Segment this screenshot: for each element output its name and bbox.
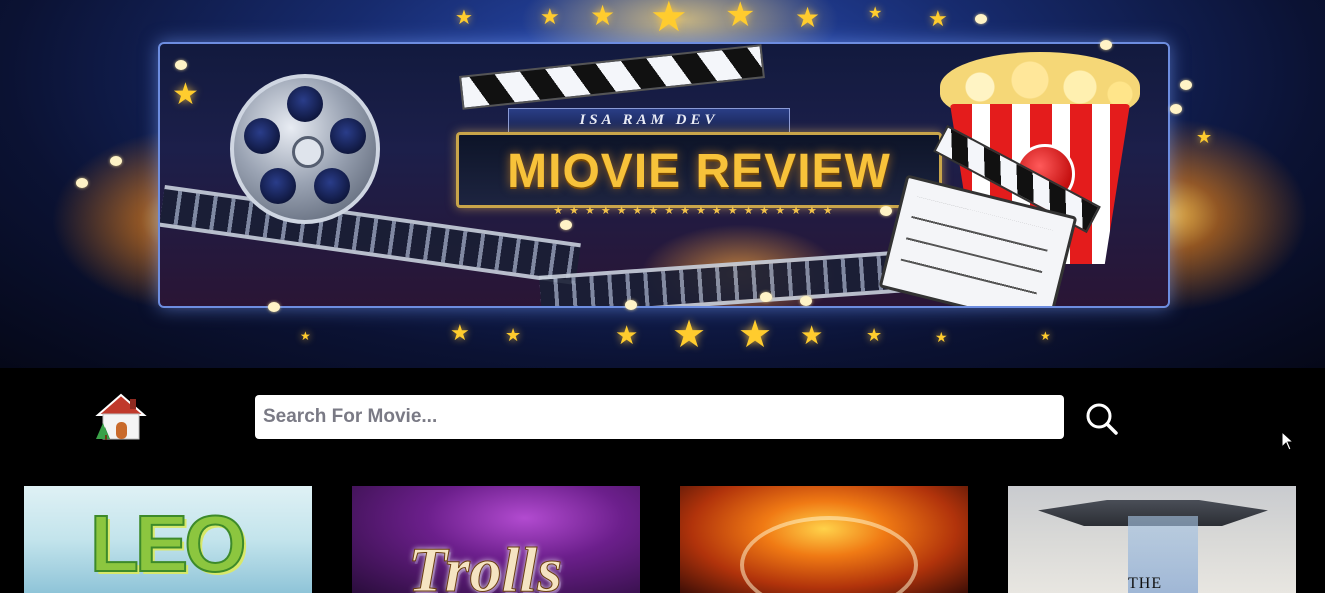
movie-card-the[interactable]: THE [1008,486,1296,593]
star-icon: ★ [868,5,883,22]
poster-title: THE [1128,575,1163,592]
star-icon: ★ [450,320,470,345]
poster-artwork [740,516,918,593]
movie-card-fire[interactable] [680,486,968,593]
star-icon: ★ [615,320,639,350]
search-input[interactable] [255,395,1064,439]
reel-hole [260,168,296,204]
reel-hub [292,136,324,168]
poster-title: LEO [89,499,247,588]
star-icon: ★ [928,6,948,31]
star-icon: ★ [505,325,522,345]
banner-panel: ISA RAM DEV MIOVIE REVIEW ★★★★★★★★★★★★★★… [158,42,1170,308]
slate-lines [899,196,1053,299]
magnifier-icon[interactable] [1084,401,1120,437]
star-icon: ★ [1040,329,1051,343]
search-icon [1086,403,1118,435]
star-icon: ★ [672,314,707,356]
popcorn-kernel [1180,80,1192,90]
reel-hole [244,118,280,154]
movie-card-leo[interactable]: LEO [24,486,312,593]
star-icon: ★ [300,329,311,343]
star-icon: ★ [738,314,773,356]
reel-hole [330,118,366,154]
poster-title: Trolls [407,534,563,593]
banner-title: MIOVIE REVIEW [507,145,891,198]
star-icon: ★ [455,7,473,29]
film-reel-icon [230,74,380,224]
clapperboard-top-icon [459,44,765,110]
star-icon: ★ [800,320,824,350]
banner-subtitle: ISA RAM DEV [579,112,719,128]
house-icon-graphic [95,393,147,440]
popcorn-kernel [975,14,987,24]
banner-title-box: MIOVIE REVIEW [456,132,942,208]
banner-subtitle-box: ISA RAM DEV [508,108,790,134]
movie-card-trolls[interactable]: Trolls [352,486,640,593]
reel-hole [287,86,323,122]
mouse-cursor-icon [1281,430,1295,451]
reel-hole [314,168,350,204]
star-icon: ★ [935,329,948,345]
hero-banner: ISA RAM DEV MIOVIE REVIEW ★★★★★★★★★★★★★★… [0,0,1325,368]
house-icon[interactable] [94,391,148,443]
title-star-row: ★★★★★★★★★★★★★★★★★★ [553,205,839,217]
cursor-graphic [1281,430,1295,451]
star-icon: ★ [866,325,883,345]
